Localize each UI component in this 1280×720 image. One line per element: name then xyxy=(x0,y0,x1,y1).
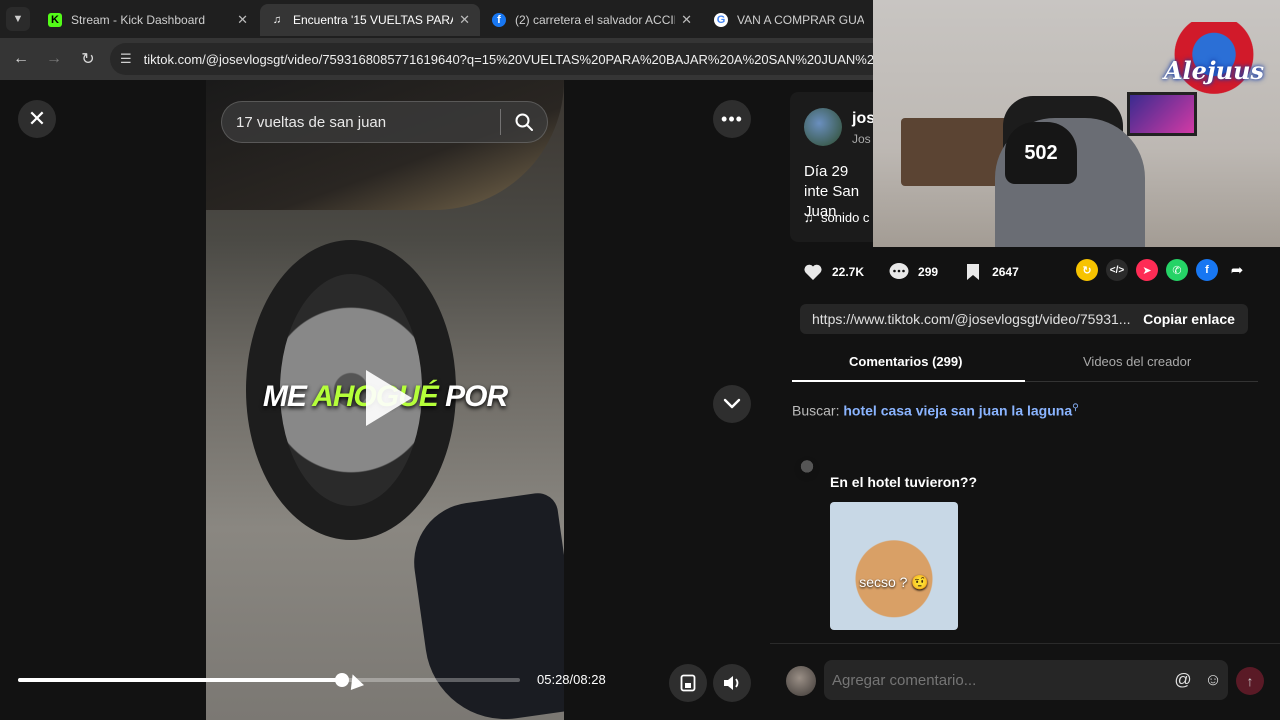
commenter-avatar[interactable] xyxy=(794,456,820,482)
video-progress-bar[interactable] xyxy=(18,673,520,687)
author-avatar[interactable] xyxy=(804,108,842,146)
repost-icon[interactable]: ↻ xyxy=(1076,259,1098,281)
search-icon[interactable] xyxy=(501,101,547,143)
sound-link[interactable]: ♫ sonido c xyxy=(804,210,869,225)
post-comment-button[interactable]: ↑ xyxy=(1236,667,1264,695)
facebook-share-icon[interactable]: f xyxy=(1196,259,1218,281)
tab-facebook[interactable]: f (2) carretera el salvador ACCIDE ✕ xyxy=(482,4,702,36)
tab-google[interactable]: G VAN A COMPRAR GUATEMA xyxy=(704,4,874,36)
tab-title: VAN A COMPRAR GUATEMA xyxy=(737,13,864,27)
related-search-label: Buscar: xyxy=(792,402,840,419)
progress-fill xyxy=(18,678,342,682)
related-search[interactable]: Buscar: hotel casa vieja san juan la lag… xyxy=(792,402,1079,419)
tab-title: Encuentra '15 VUELTAS PARA B xyxy=(293,13,454,27)
comments-button[interactable]: 299 xyxy=(886,259,938,285)
comment-icon xyxy=(886,259,912,285)
facebook-icon: f xyxy=(492,13,506,27)
pip-icon xyxy=(680,674,696,692)
close-video-button[interactable]: ✕ xyxy=(18,100,56,138)
play-icon[interactable] xyxy=(366,370,412,426)
tab-search-menu-button[interactable]: ▼ xyxy=(6,7,30,31)
copy-link-row: https://www.tiktok.com/@josevlogsgt/vide… xyxy=(800,304,1248,334)
add-comment-bar: @ ☺ ↑ xyxy=(770,643,1280,720)
close-icon: ✕ xyxy=(27,106,47,131)
author-name[interactable]: jos xyxy=(852,110,875,128)
more-icon: ••• xyxy=(721,108,743,129)
tab-title: Stream - Kick Dashboard xyxy=(71,13,206,27)
copy-link-button[interactable]: Copiar enlace xyxy=(1130,311,1248,327)
kick-icon: K xyxy=(48,13,62,27)
tab-comments[interactable]: Comentarios (299) xyxy=(849,354,962,369)
tiktok-icon: ♫ xyxy=(272,14,282,26)
engagement-actions: 22.7K 299 2647 xyxy=(800,258,1041,286)
user-avatar xyxy=(786,666,816,696)
forward-icon[interactable]: → xyxy=(43,48,65,70)
tab-kick-dashboard[interactable]: K Stream - Kick Dashboard ✕ xyxy=(38,4,258,36)
author-handle: Jos xyxy=(852,132,871,146)
music-note-icon: ♫ xyxy=(804,210,821,225)
close-tab-icon[interactable]: ✕ xyxy=(681,12,692,28)
close-tab-icon[interactable]: ✕ xyxy=(459,12,470,28)
comment-text: En el hotel tuvieron?? xyxy=(830,474,978,490)
share-arrow-icon[interactable]: ➦ xyxy=(1226,259,1248,281)
share-options: ↻ </> ➤ ✆ f ➦ xyxy=(1076,259,1256,281)
site-settings-icon[interactable]: ☰ xyxy=(120,51,132,67)
tab-creator-videos[interactable]: Videos del creador xyxy=(1083,354,1191,369)
embed-icon[interactable]: </> xyxy=(1106,259,1128,281)
sound-label: sonido c xyxy=(820,210,870,225)
next-video-button[interactable] xyxy=(713,385,751,423)
comments-tabs: Comentarios (299) Videos del creador xyxy=(792,348,1258,382)
video-stage: ✕ ME AHOGUÉ POR ••• 05:28/08:28 xyxy=(0,80,770,720)
google-icon: G xyxy=(714,13,728,27)
comment-box[interactable]: @ ☺ xyxy=(824,660,1228,700)
back-icon[interactable]: ← xyxy=(10,48,32,70)
save-count: 2647 xyxy=(992,265,1019,279)
tab-tiktok[interactable]: ♫ Encuentra '15 VUELTAS PARA B ✕ xyxy=(260,4,480,36)
search-small-icon: ⚲ xyxy=(1072,402,1079,412)
tab-title: (2) carretera el salvador ACCIDE xyxy=(515,13,676,27)
whatsapp-icon[interactable]: ✆ xyxy=(1166,259,1188,281)
webcam-cap: 502 xyxy=(1005,122,1077,184)
floating-player-button[interactable] xyxy=(669,664,707,702)
streamer-webcam-overlay: 502 Alejuus xyxy=(873,0,1280,247)
comment-sticker: secso ? 🤨 xyxy=(830,502,958,630)
mention-icon[interactable]: @ xyxy=(1168,670,1198,690)
caption-after: POR xyxy=(437,380,508,413)
webcam-background-monitor xyxy=(1127,92,1197,136)
streamer-logo-text: Alejuus xyxy=(1163,56,1265,85)
active-tab-indicator xyxy=(792,380,1025,382)
close-tab-icon[interactable]: ✕ xyxy=(237,12,248,28)
emoji-icon[interactable]: ☺ xyxy=(1198,670,1228,690)
save-button[interactable]: 2647 xyxy=(960,259,1019,285)
sticker-text: secso ? 🤨 xyxy=(859,574,929,590)
caption-before: ME xyxy=(262,380,313,413)
volume-icon xyxy=(724,676,739,690)
more-options-button[interactable]: ••• xyxy=(713,100,751,138)
arrow-up-icon: ↑ xyxy=(1246,673,1254,689)
comment-input[interactable] xyxy=(824,671,1168,689)
send-to-friends-icon[interactable]: ➤ xyxy=(1136,259,1158,281)
video-time: 05:28/08:28 xyxy=(537,672,606,687)
video-search-bar[interactable] xyxy=(221,101,548,143)
search-input[interactable] xyxy=(222,113,500,131)
chevron-down-icon xyxy=(723,398,741,409)
volume-button[interactable] xyxy=(713,664,751,702)
url-text: tiktok.com/@josevlogsgt/video/7593168085… xyxy=(143,51,889,67)
like-button[interactable]: 22.7K xyxy=(800,259,864,285)
like-count: 22.7K xyxy=(832,265,865,279)
bookmark-icon xyxy=(960,259,986,285)
related-search-query[interactable]: hotel casa vieja san juan la laguna xyxy=(843,403,1072,419)
video-link: https://www.tiktok.com/@josevlogsgt/vide… xyxy=(812,311,1130,327)
heart-icon xyxy=(800,259,826,285)
video-player[interactable]: ME AHOGUÉ POR xyxy=(206,80,564,720)
address-bar[interactable]: ☰ tiktok.com/@josevlogsgt/video/75931680… xyxy=(110,43,890,75)
video-frame-fender xyxy=(206,80,564,210)
comment-count: 299 xyxy=(918,265,939,279)
reload-icon[interactable]: ↻ xyxy=(77,48,99,70)
